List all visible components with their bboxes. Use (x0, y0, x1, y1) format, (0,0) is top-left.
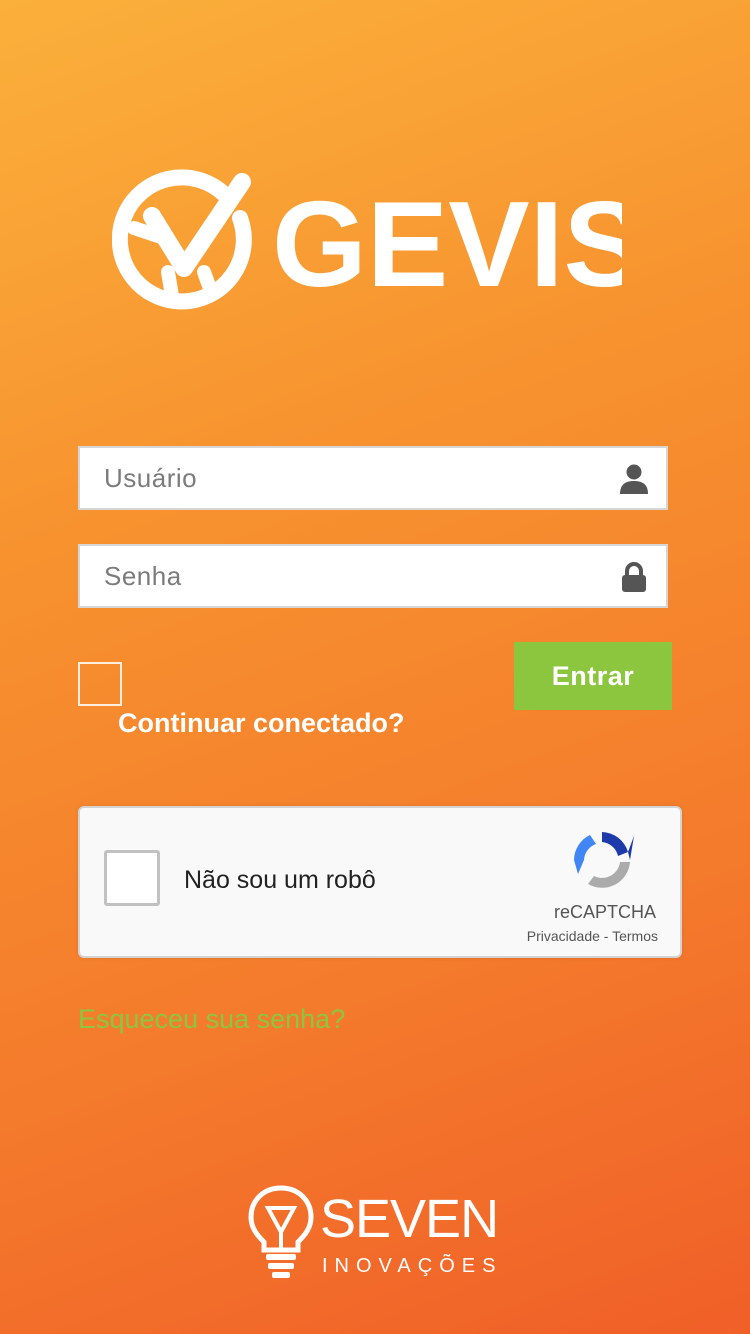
gevis-logo: GEVIS (112, 169, 622, 312)
forgot-password-link[interactable]: Esqueceu sua senha? (78, 1004, 345, 1035)
recaptcha-privacy-link[interactable]: Privacidade (527, 928, 600, 944)
password-field[interactable] (78, 544, 668, 608)
remember-label[interactable]: Continuar conectado? (118, 708, 405, 739)
seven-brand: SEVEN (320, 1189, 499, 1249)
login-button[interactable]: Entrar (514, 642, 672, 710)
password-input[interactable] (80, 546, 666, 606)
recaptcha-checkbox[interactable] (104, 850, 160, 906)
lock-icon (622, 562, 646, 592)
recaptcha-links-separator: - (599, 928, 613, 944)
recaptcha-widget: Não sou um robô reCAPTCHA Privacidade - … (78, 806, 682, 958)
recaptcha-brand: reCAPTCHA (553, 902, 656, 922)
recaptcha-terms-link[interactable]: Termos (612, 928, 658, 944)
username-field[interactable] (78, 446, 668, 510)
user-icon (620, 464, 648, 494)
seven-subtitle: INOVAÇÕES (322, 1255, 503, 1277)
username-input[interactable] (80, 448, 666, 508)
recaptcha-label: Não sou um robô (184, 866, 376, 894)
brand-wordmark: GEVIS (272, 176, 622, 312)
remember-checkbox[interactable] (78, 662, 122, 706)
recaptcha-links: Privacidade - Termos (527, 928, 658, 944)
seven-logo: SEVEN INOVAÇÕES (246, 1184, 504, 1284)
lightbulb-icon (248, 1185, 314, 1278)
recaptcha-icon (574, 832, 634, 888)
